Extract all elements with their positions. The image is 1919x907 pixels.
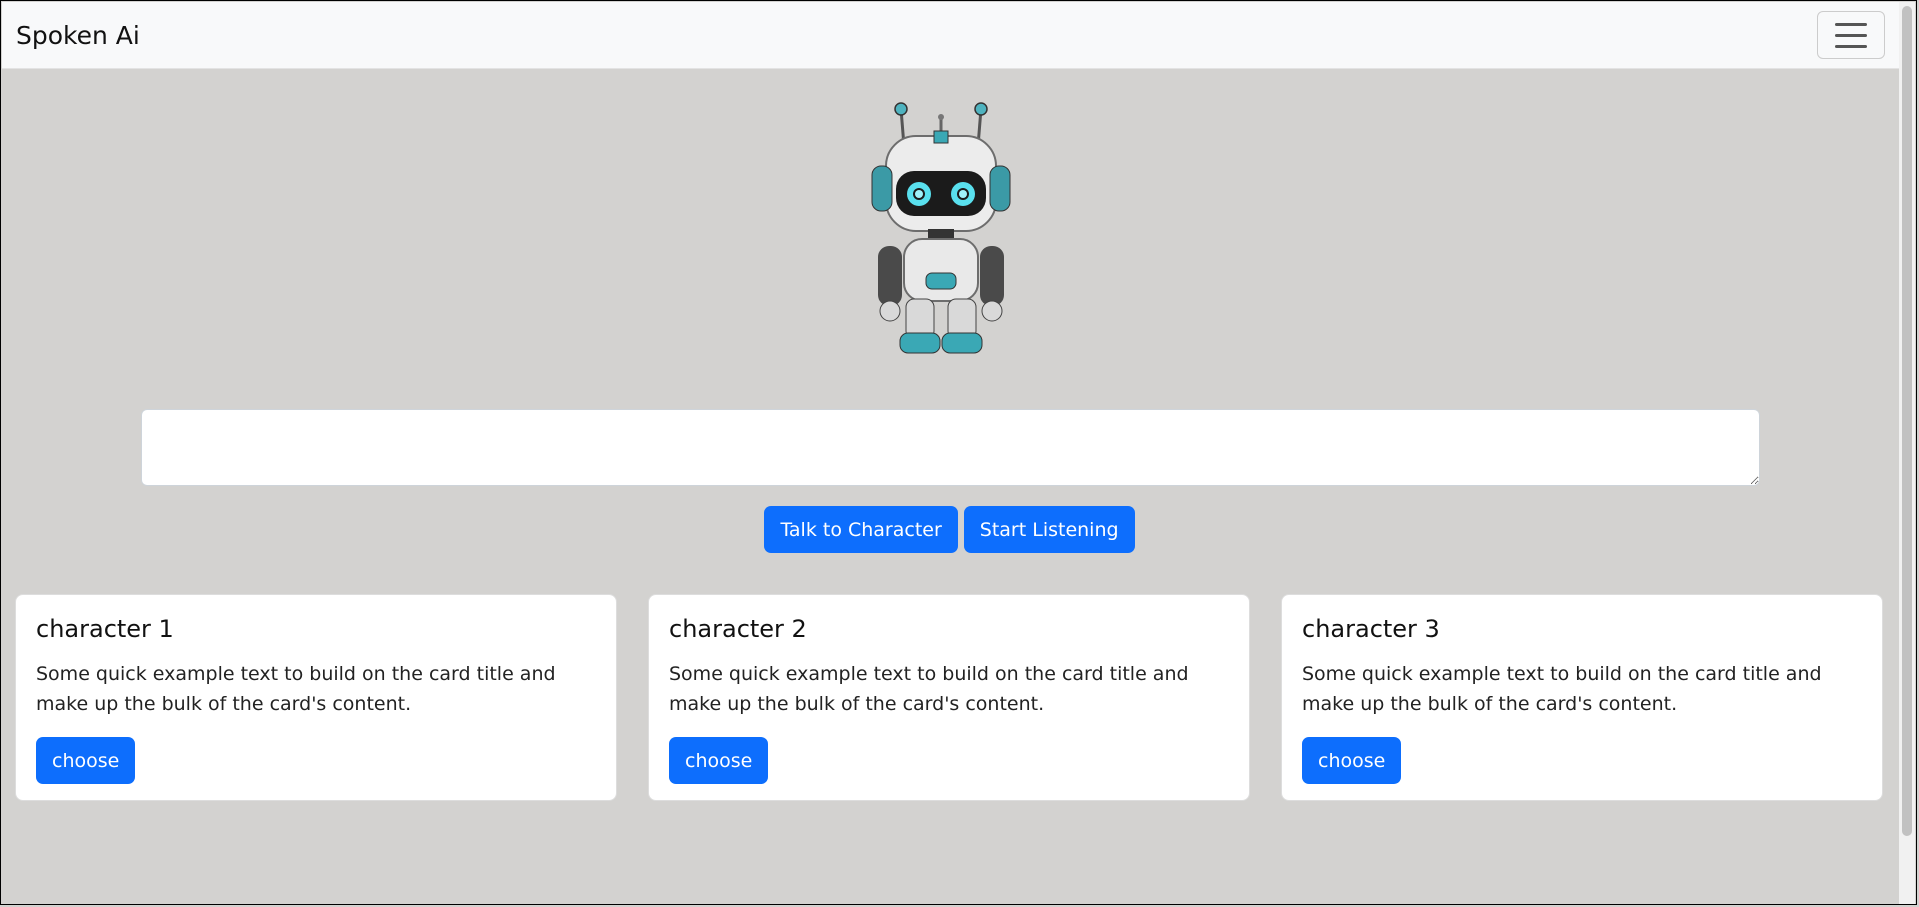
choose-button[interactable]: choose <box>36 737 136 784</box>
robot-character-image <box>871 102 1011 354</box>
choose-button[interactable]: choose <box>669 737 769 784</box>
talk-to-character-button[interactable]: Talk to Character <box>764 506 958 553</box>
hamburger-icon-line <box>1835 44 1867 48</box>
choose-button[interactable]: choose <box>1302 737 1402 784</box>
character-card-1: character 1 Some quick example text to b… <box>15 594 617 801</box>
message-textarea[interactable] <box>141 409 1760 486</box>
character-card-3: character 3 Some quick example text to b… <box>1281 594 1883 801</box>
card-text: Some quick example text to build on the … <box>36 663 556 715</box>
character-card-2: character 2 Some quick example text to b… <box>648 594 1250 801</box>
message-textarea-wrapper <box>141 409 1760 486</box>
navbar: Spoken Ai <box>2 2 1899 69</box>
scrollbar-thumb[interactable] <box>1902 6 1912 836</box>
vertical-scrollbar[interactable] <box>1899 2 1915 904</box>
hamburger-icon-line <box>1835 33 1867 37</box>
start-listening-button[interactable]: Start Listening <box>963 506 1135 553</box>
card-title: character 2 <box>669 615 807 643</box>
hamburger-icon <box>1835 22 1867 26</box>
brand-title[interactable]: Spoken Ai <box>16 21 140 50</box>
card-title: character 3 <box>1302 615 1440 643</box>
card-text: Some quick example text to build on the … <box>669 663 1189 715</box>
action-buttons: Talk to Character Start Listening <box>1 506 1898 553</box>
menu-toggle-button[interactable] <box>1817 11 1885 59</box>
card-text: Some quick example text to build on the … <box>1302 663 1822 715</box>
browser-viewport: Spoken Ai Talk to Character Start Listen… <box>0 0 1917 905</box>
card-title: character 1 <box>36 615 174 643</box>
